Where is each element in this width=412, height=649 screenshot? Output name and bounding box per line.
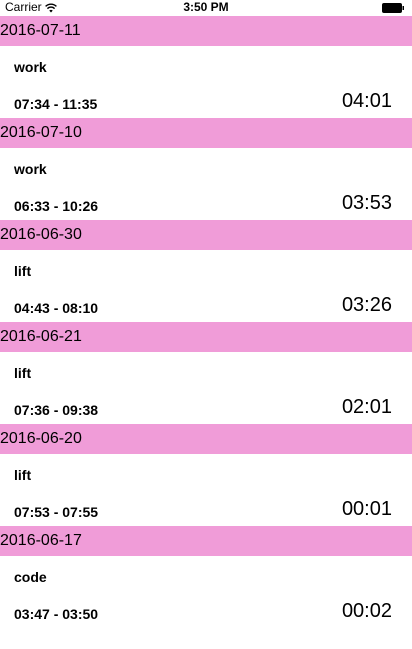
status-time: 3:50 PM: [183, 0, 229, 14]
duration-value: 00:02: [341, 600, 392, 622]
activity-label: lift: [14, 365, 32, 381]
activity-label: lift: [14, 263, 32, 279]
date-header: 2016-06-17: [0, 526, 412, 556]
date-header: 2016-06-20: [0, 424, 412, 454]
duration-value: 04:01: [341, 90, 392, 112]
entry-section: 2016-06-21 lift 07:36 - 09:38 02:01: [0, 322, 412, 424]
duration-value: 00:01: [341, 498, 392, 520]
entry-row[interactable]: lift 07:36 - 09:38 02:01: [0, 352, 412, 424]
entry-row[interactable]: work 07:34 - 11:35 04:01: [0, 46, 412, 118]
time-range: 04:43 - 08:10: [14, 300, 99, 316]
entry-section: 2016-06-17 code 03:47 - 03:50 00:02: [0, 526, 412, 628]
entry-section: 2016-07-11 work 07:34 - 11:35 04:01: [0, 16, 412, 118]
date-header: 2016-06-30: [0, 220, 412, 250]
activity-label: code: [14, 569, 47, 585]
date-header: 2016-07-10: [0, 118, 412, 148]
entry-section: 2016-06-20 lift 07:53 - 07:55 00:01: [0, 424, 412, 526]
time-range: 07:36 - 09:38: [14, 402, 99, 418]
duration-value: 03:53: [341, 192, 392, 214]
battery-icon: [382, 2, 404, 13]
date-header: 2016-07-11: [0, 16, 412, 46]
time-range: 06:33 - 10:26: [14, 198, 99, 214]
entry-section: 2016-07-10 work 06:33 - 10:26 03:53: [0, 118, 412, 220]
activity-label: lift: [14, 467, 32, 483]
activity-label: work: [14, 161, 47, 177]
activity-label: work: [14, 59, 47, 75]
date-header: 2016-06-21: [0, 322, 412, 352]
duration-value: 02:01: [341, 396, 392, 418]
entry-row[interactable]: lift 07:53 - 07:55 00:01: [0, 454, 412, 526]
entries-list: 2016-07-11 work 07:34 - 11:35 04:01 2016-07-…: [0, 16, 412, 628]
time-range: 07:53 - 07:55: [14, 504, 99, 520]
entry-row[interactable]: work 06:33 - 10:26 03:53: [0, 148, 412, 220]
duration-value: 03:26: [341, 294, 392, 316]
time-range: 07:34 - 11:35: [14, 96, 98, 112]
status-bar: Carrier 3:50 PM: [0, 0, 412, 14]
entry-row[interactable]: lift 04:43 - 08:10 03:26: [0, 250, 412, 322]
entry-section: 2016-06-30 lift 04:43 - 08:10 03:26: [0, 220, 412, 322]
entry-row[interactable]: code 03:47 - 03:50 00:02: [0, 556, 412, 628]
time-range: 03:47 - 03:50: [14, 606, 99, 622]
